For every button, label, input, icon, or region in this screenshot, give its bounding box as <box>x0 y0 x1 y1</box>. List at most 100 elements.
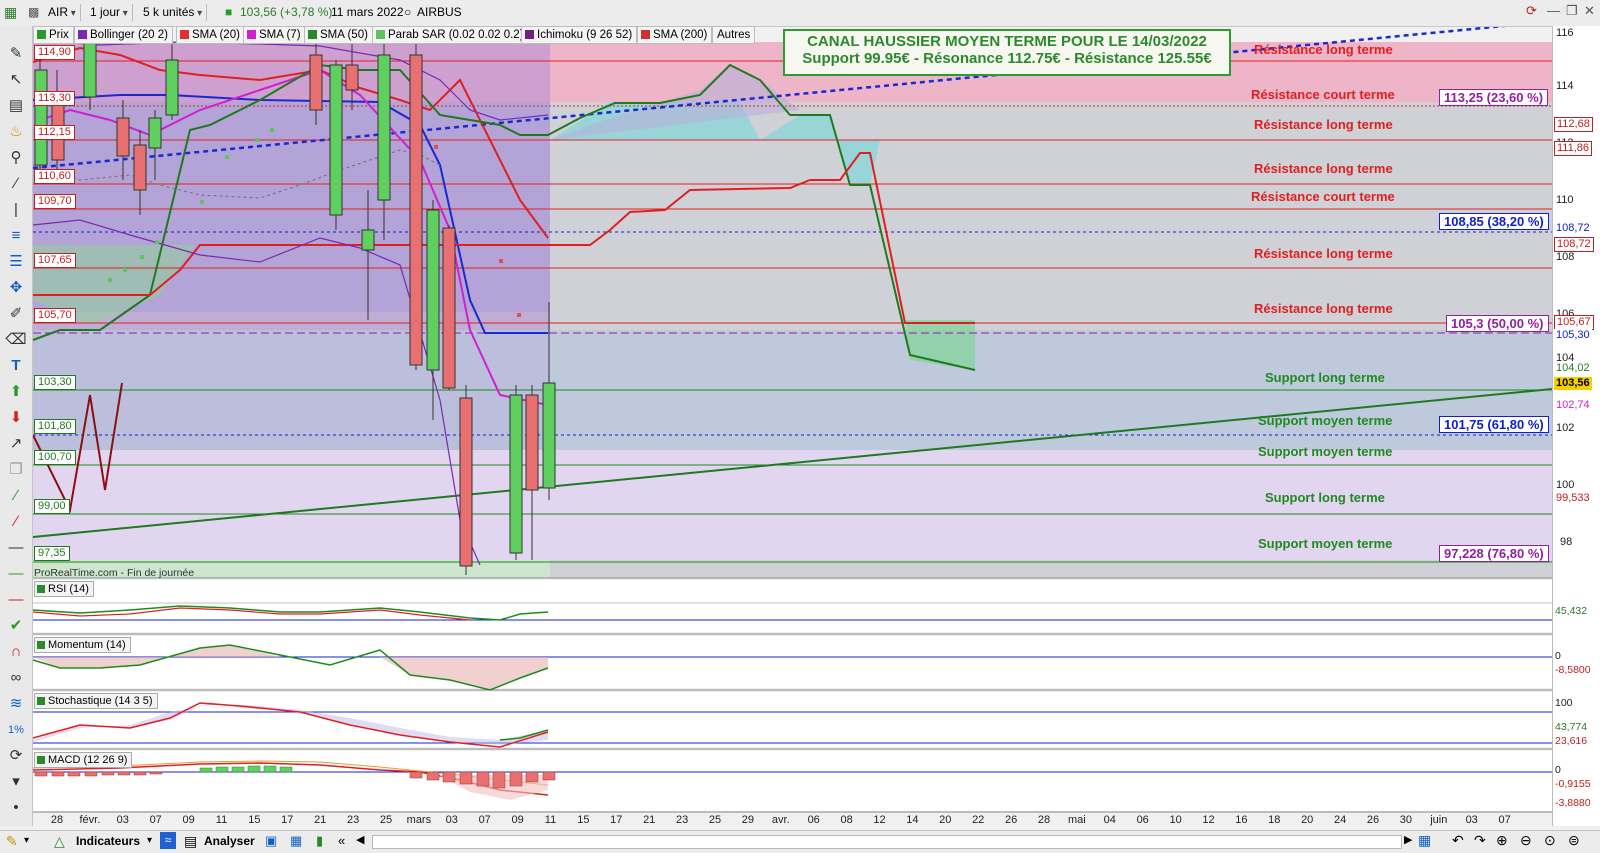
top-toolbar: ▦ ▩ AIR 1 jour 5 k unités ■ 103,56 (+3,7… <box>0 0 1600 27</box>
date-tick: 07 <box>478 814 491 826</box>
candle-icon[interactable]: ▮ <box>316 833 323 849</box>
date-tick: 03 <box>1465 814 1478 826</box>
move-icon[interactable]: ✥ <box>4 277 28 299</box>
vertical-line-icon[interactable]: | <box>4 199 28 221</box>
date-tick: 08 <box>840 814 853 826</box>
red-line-icon[interactable]: ∕ <box>4 511 28 533</box>
link-icon[interactable]: ∞ <box>4 667 28 689</box>
channel-icon[interactable]: ≋ <box>4 693 28 715</box>
undo-icon[interactable]: ↶ <box>1452 832 1464 849</box>
cursor-icon[interactable]: ↖ <box>4 69 28 91</box>
indicator-sma200[interactable]: SMA (200) <box>637 26 713 44</box>
brush-icon[interactable]: ✐ <box>4 303 28 325</box>
zone-label: Résistance long terme <box>1254 301 1393 316</box>
close-icon[interactable]: ✕ <box>1584 3 1595 19</box>
banner-subtitle: Support 99.95€ - Résonance 112.75€ - Rés… <box>802 50 1212 67</box>
chevron-down-icon[interactable]: ▾ <box>147 835 152 846</box>
zoom-icon[interactable]: ⚲ <box>4 147 28 169</box>
horizontal-scrollbar[interactable] <box>372 835 1402 849</box>
pencil-icon[interactable]: ✎ <box>4 43 28 65</box>
line-icon[interactable]: ∕ <box>4 173 28 195</box>
indicator-sma20[interactable]: SMA (20) <box>176 26 245 44</box>
zone-label: Support moyen terme <box>1258 444 1393 459</box>
horizontal-line-icon[interactable]: — <box>4 537 28 559</box>
color-swatch <box>376 30 385 39</box>
date-tick: 14 <box>906 814 919 826</box>
screen-icon[interactable]: ▦ <box>290 833 302 849</box>
price-level-right: 112,68 <box>1554 117 1593 132</box>
percent-icon[interactable]: 1% <box>4 719 28 741</box>
scroll-left-double-icon[interactable]: « <box>338 833 345 848</box>
settings-icon[interactable]: • <box>4 797 28 819</box>
radio-icon[interactable]: ○ <box>404 4 411 21</box>
analyser-button[interactable]: Analyser <box>204 834 255 848</box>
indicator-sma50[interactable]: SMA (50) <box>304 26 373 44</box>
minimize-icon[interactable]: — <box>1547 3 1560 18</box>
green-hline-icon[interactable]: — <box>4 563 28 585</box>
date-tick: 04 <box>1103 814 1116 826</box>
macd-zero: 0 <box>1555 764 1561 776</box>
check-icon[interactable]: ✔ <box>4 615 28 637</box>
refresh-icon[interactable]: ⟳ <box>1526 3 1537 19</box>
chat-icon[interactable]: ▣ <box>265 833 277 849</box>
red-hline-icon[interactable]: — <box>4 589 28 611</box>
arrow-down-icon[interactable]: ⬇ <box>4 407 28 429</box>
levels-icon[interactable]: ☰ <box>4 251 28 273</box>
share-icon[interactable]: ≈ <box>160 832 176 849</box>
redo-icon[interactable]: ↷ <box>1474 832 1486 849</box>
scroll-left-icon[interactable]: ◀ <box>356 833 364 846</box>
fibonacci-icon[interactable]: ≡ <box>4 225 28 247</box>
chevron-down-icon[interactable]: ▾ <box>24 835 29 846</box>
trash-icon[interactable]: ⌫ <box>4 329 28 351</box>
indicator-ichimoku[interactable]: Ichimoku (9 26 52) <box>521 26 638 44</box>
arrow-line-icon[interactable]: ↗ <box>4 433 28 455</box>
indicators-button[interactable]: Indicateurs <box>76 834 140 848</box>
channel-banner: CANAL HAUSSIER MOYEN TERME POUR LE 14/03… <box>783 29 1231 76</box>
indicator-sma7[interactable]: SMA (7) <box>243 26 306 44</box>
indicator-others[interactable]: Autres <box>712 26 756 44</box>
zoom-reset-icon[interactable]: ⊙ <box>1544 832 1556 849</box>
price-level-right: 104,02 <box>1554 362 1592 375</box>
indicator-label: Parab SAR (0.02 0.02 0.2) <box>388 29 524 41</box>
rsi-panel-label[interactable]: RSI (14) <box>34 581 94 597</box>
date-tick: 16 <box>1235 814 1248 826</box>
fit-icon[interactable]: ▦ <box>1418 832 1431 849</box>
zoom-fit-icon[interactable]: ⊜ <box>1568 832 1580 849</box>
momentum-panel-label[interactable]: Momentum (14) <box>34 637 131 653</box>
stochastic-panel-label[interactable]: Stochastique (14 3 5) <box>34 693 158 709</box>
units-select[interactable]: 5 k unités <box>143 4 208 21</box>
banner-title: CANAL HAUSSIER MOYEN TERME POUR LE 14/03… <box>807 33 1207 50</box>
zoom-out-icon[interactable]: ⊖ <box>1520 832 1532 849</box>
cycle-icon[interactable]: ⟳ <box>4 745 28 767</box>
indicator-parab-sar[interactable]: Parab SAR (0.02 0.02 0.2) <box>372 26 529 44</box>
bell-icon[interactable]: ♨ <box>4 121 28 143</box>
chart-type-icon[interactable]: ▦ <box>4 4 17 21</box>
indicator-bollinger[interactable]: Bollinger (20 2) <box>74 26 173 44</box>
symbol-select[interactable]: AIR <box>48 4 81 21</box>
zone-label: Support long terme <box>1265 370 1385 385</box>
period-select[interactable]: 1 jour <box>90 4 133 21</box>
green-line-icon[interactable]: ∕ <box>4 485 28 507</box>
scroll-down-icon[interactable]: ▾ <box>4 771 28 793</box>
scroll-right-icon[interactable]: ▶ <box>1404 833 1412 846</box>
drawing-menu-icon[interactable]: ✎ <box>6 833 18 850</box>
arrow-up-icon[interactable]: ⬆ <box>4 381 28 403</box>
date-tick: 29 <box>741 814 755 826</box>
price-level-right: 99,533 <box>1554 492 1592 505</box>
indicator-prix[interactable]: Prix <box>33 26 74 44</box>
date-tick: 12 <box>873 814 886 826</box>
grid-icon[interactable]: ▩ <box>28 4 39 21</box>
stochastic-top: 100 <box>1555 697 1573 709</box>
macd-panel-label[interactable]: MACD (12 26 9) <box>34 752 133 768</box>
axis-tick: 100 <box>1556 479 1575 491</box>
ruler-icon[interactable]: ▤ <box>4 95 28 117</box>
zone-label: Support moyen terme <box>1258 536 1393 551</box>
magnet-icon[interactable]: ∩ <box>4 641 28 663</box>
copy-icon[interactable]: ❐ <box>4 459 28 481</box>
text-icon[interactable]: T <box>4 355 28 377</box>
axis-tick: 98 <box>1560 536 1573 548</box>
date-tick: 11 <box>215 814 228 826</box>
date-tick: 09 <box>511 814 524 826</box>
restore-icon[interactable]: ❐ <box>1566 3 1578 19</box>
zoom-in-icon[interactable]: ⊕ <box>1496 832 1508 849</box>
